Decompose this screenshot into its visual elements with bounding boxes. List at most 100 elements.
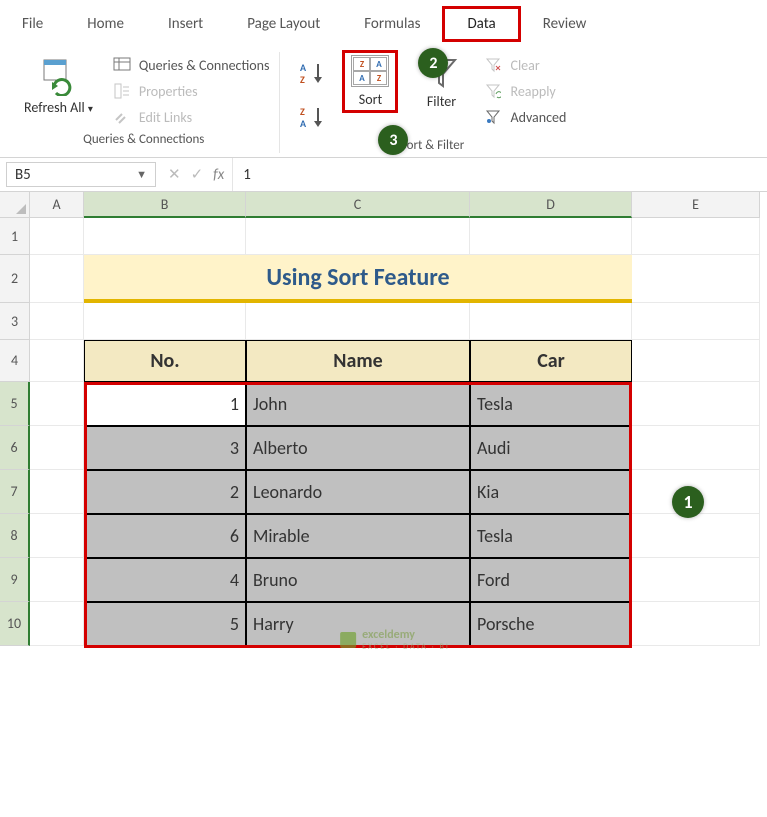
row-header[interactable]: 9 <box>0 558 30 602</box>
cell-name[interactable]: John <box>246 382 470 426</box>
properties-button[interactable]: Properties <box>113 82 270 100</box>
cell[interactable] <box>30 426 84 470</box>
cell[interactable] <box>632 255 760 303</box>
queries-connections-label: Queries & Connections <box>139 57 270 74</box>
cell[interactable] <box>30 514 84 558</box>
group-sort-filter: A Z Z A ZA <box>288 52 576 153</box>
accept-formula-icon[interactable]: ✓ <box>191 165 204 184</box>
cell[interactable] <box>246 218 470 255</box>
cell[interactable] <box>632 218 760 255</box>
row-header[interactable]: 4 <box>0 340 30 382</box>
ribbon-tabs: File Home Insert Page Layout Formulas Da… <box>0 0 767 42</box>
row-header[interactable]: 2 <box>0 255 30 303</box>
cell[interactable] <box>470 218 632 255</box>
edit-links-label: Edit Links <box>139 109 192 126</box>
refresh-all-button[interactable]: Refresh All ▾ <box>18 52 99 119</box>
cell-no[interactable]: 2 <box>84 470 246 514</box>
col-header-B[interactable]: B <box>84 192 246 218</box>
table-header-name[interactable]: Name <box>246 340 470 382</box>
tab-formulas[interactable]: Formulas <box>342 9 442 39</box>
connections-icon <box>113 56 131 74</box>
queries-connections-button[interactable]: Queries & Connections <box>113 56 270 74</box>
row-header[interactable]: 8 <box>0 514 30 558</box>
row-header[interactable]: 5 <box>0 382 30 426</box>
reapply-button[interactable]: Reapply <box>484 82 566 100</box>
tab-insert[interactable]: Insert <box>146 9 225 39</box>
table-header-car[interactable]: Car <box>470 340 632 382</box>
filter-label: Filter <box>427 94 456 109</box>
row-header[interactable]: 7 <box>0 470 30 514</box>
sort-button[interactable]: ZA AZ Sort <box>342 50 398 113</box>
reapply-icon <box>484 82 502 100</box>
cell[interactable] <box>30 303 84 340</box>
cell[interactable] <box>632 558 760 602</box>
sort-desc-button[interactable]: Z A <box>298 102 328 132</box>
cell-car[interactable]: Ford <box>470 558 632 602</box>
sort-asc-button[interactable]: A Z <box>298 58 328 88</box>
cell[interactable] <box>30 558 84 602</box>
col-header-A[interactable]: A <box>30 192 84 218</box>
table-header-no[interactable]: No. <box>84 340 246 382</box>
clear-label: Clear <box>510 57 539 74</box>
group-label-queries: Queries & Connections <box>83 126 204 147</box>
advanced-button[interactable]: Advanced <box>484 108 566 126</box>
cell[interactable] <box>632 382 760 426</box>
cell[interactable] <box>30 602 84 646</box>
col-header-D[interactable]: D <box>470 192 632 218</box>
properties-label: Properties <box>139 83 198 100</box>
group-queries-connections: Refresh All ▾ Queries & Connections Prop… <box>8 52 280 153</box>
advanced-label: Advanced <box>510 109 566 126</box>
clear-button[interactable]: Clear <box>484 56 566 74</box>
tab-data[interactable]: Data <box>442 6 520 42</box>
cell-no[interactable]: 5 <box>84 602 246 646</box>
cell-no[interactable]: 3 <box>84 426 246 470</box>
row-header[interactable]: 6 <box>0 426 30 470</box>
cell-name[interactable]: Mirable <box>246 514 470 558</box>
cell-no[interactable]: 1 <box>84 382 246 426</box>
cell[interactable] <box>632 340 760 382</box>
cell-car[interactable]: Audi <box>470 426 632 470</box>
cell-car[interactable]: Kia <box>470 470 632 514</box>
cancel-formula-icon[interactable]: ✕ <box>168 165 181 184</box>
cell[interactable] <box>632 602 760 646</box>
cell[interactable] <box>30 340 84 382</box>
edit-links-button[interactable]: Edit Links <box>113 108 270 126</box>
title-cell[interactable]: Using Sort Feature <box>84 255 632 303</box>
callout-1: 1 <box>672 486 704 518</box>
sort-asc-icon: A Z <box>300 61 326 85</box>
cell[interactable] <box>30 255 84 303</box>
cell-car[interactable]: Porsche <box>470 602 632 646</box>
col-header-E[interactable]: E <box>632 192 760 218</box>
cell[interactable] <box>246 303 470 340</box>
cell-no[interactable]: 4 <box>84 558 246 602</box>
cell-name[interactable]: Bruno <box>246 558 470 602</box>
row-header[interactable]: 1 <box>0 218 30 255</box>
cell-name[interactable]: Leonardo <box>246 470 470 514</box>
row-header[interactable]: 3 <box>0 303 30 340</box>
cell[interactable] <box>30 382 84 426</box>
cell[interactable] <box>632 426 760 470</box>
refresh-icon <box>38 56 78 96</box>
tab-home[interactable]: Home <box>65 9 146 39</box>
select-all-corner[interactable] <box>0 192 30 218</box>
sort-dialog-icon: ZA AZ <box>351 55 389 87</box>
fx-icon[interactable]: fx <box>213 166 224 184</box>
tab-page-layout[interactable]: Page Layout <box>225 9 342 39</box>
formula-input[interactable]: 1 <box>233 158 767 191</box>
col-header-C[interactable]: C <box>246 192 470 218</box>
cell[interactable] <box>632 514 760 558</box>
cell-name[interactable]: Alberto <box>246 426 470 470</box>
cell[interactable] <box>30 470 84 514</box>
cell[interactable] <box>632 303 760 340</box>
cell-car[interactable]: Tesla <box>470 514 632 558</box>
cell[interactable] <box>30 218 84 255</box>
cell-no[interactable]: 6 <box>84 514 246 558</box>
row-header[interactable]: 10 <box>0 602 30 646</box>
name-box[interactable]: B5 ▼ <box>6 162 156 187</box>
cell[interactable] <box>84 218 246 255</box>
cell-car[interactable]: Tesla <box>470 382 632 426</box>
tab-review[interactable]: Review <box>521 9 609 39</box>
cell[interactable] <box>470 303 632 340</box>
tab-file[interactable]: File <box>0 9 65 39</box>
cell[interactable] <box>84 303 246 340</box>
